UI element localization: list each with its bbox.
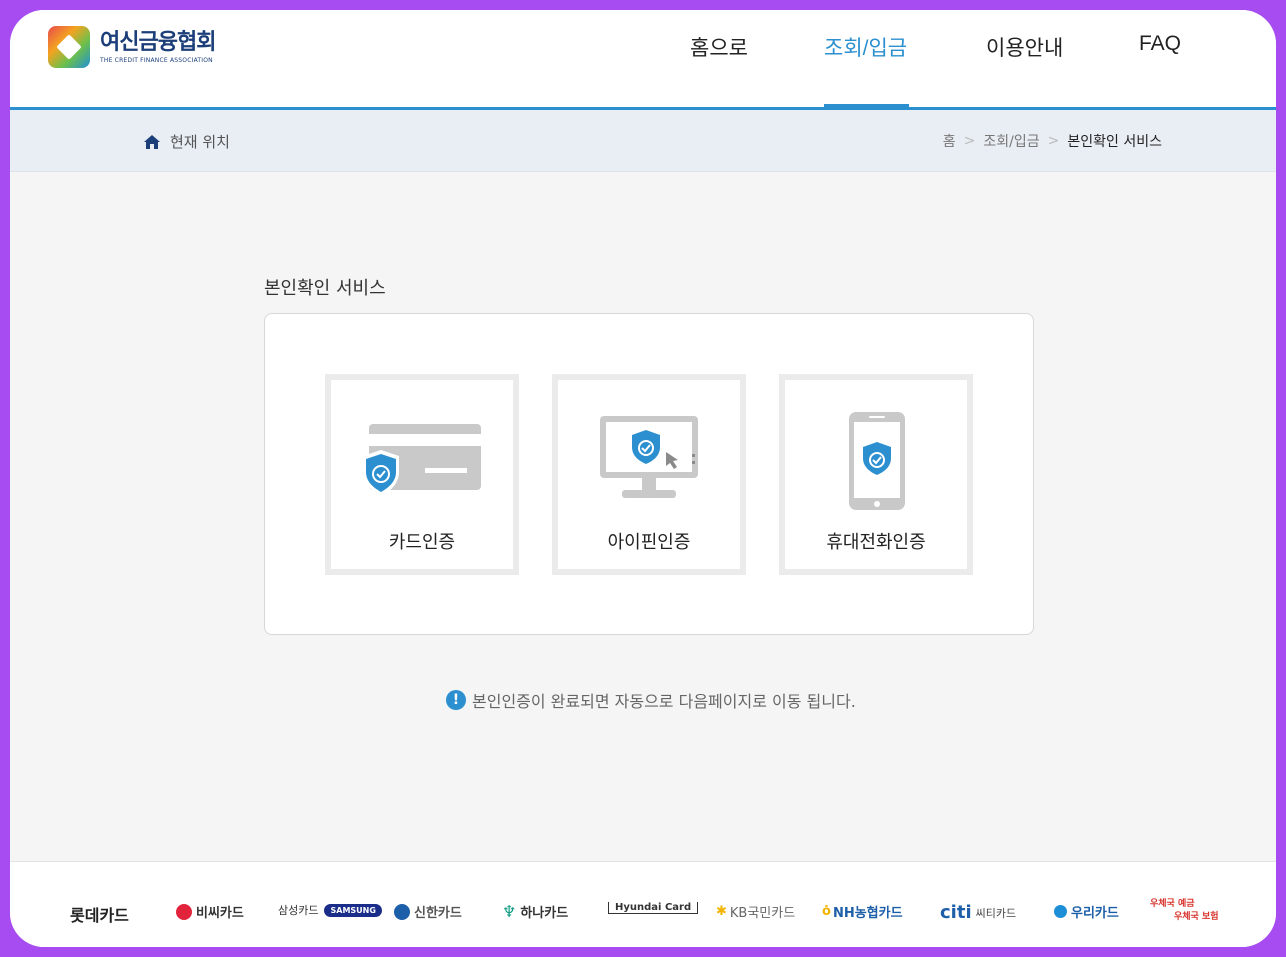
main-nav: 홈으로 조회/입금 이용안내 FAQ	[10, 10, 1276, 110]
location-bar: 현재 위치 홈 > 조회/입금 > 본인확인 서비스	[10, 110, 1276, 172]
phone-shield-icon	[849, 412, 905, 510]
ipin-auth-button[interactable]: 아이핀인증	[552, 374, 746, 575]
ipin-auth-label: 아이핀인증	[607, 532, 691, 553]
nav-guide[interactable]: 이용안내	[986, 32, 1063, 62]
card-auth-button[interactable]: 카드인증	[325, 374, 519, 575]
partner-shinhan-card[interactable]: 신한카드	[394, 902, 462, 921]
nav-home[interactable]: 홈으로	[690, 32, 748, 62]
partner-post-office[interactable]: 우체국 예금 우체국 보험	[1150, 896, 1219, 922]
breadcrumb-separator: >	[1047, 133, 1060, 149]
nh-logo-icon: ȯ	[822, 904, 831, 919]
partner-kb-card[interactable]: ✱ KB국민카드	[716, 902, 795, 921]
nav-faq[interactable]: FAQ	[1139, 32, 1181, 56]
partner-lotte-card[interactable]: 롯데카드	[70, 902, 129, 926]
partner-footer: 롯데카드 비씨카드 삼성카드 SAMSUNG 신한카드 ♆ 하나카드 Hyund…	[10, 861, 1276, 947]
auth-options-panel: 카드인증 아이핀인증 휴대전화인증	[264, 313, 1034, 635]
partner-hyundai-card[interactable]: Hyundai Card	[608, 902, 699, 914]
kb-star-icon: ✱	[716, 904, 727, 919]
partner-samsung-card[interactable]: 삼성카드 SAMSUNG	[278, 902, 382, 918]
card-shield-icon	[363, 424, 481, 496]
shinhan-logo-icon	[394, 903, 410, 920]
partner-bc-card[interactable]: 비씨카드	[176, 902, 244, 921]
partner-nh-card[interactable]: ȯ NH농협카드	[822, 902, 903, 921]
current-location-label: 현재 위치	[170, 133, 230, 151]
monitor-shield-icon	[600, 416, 698, 498]
nav-inquiry-payment[interactable]: 조회/입금	[824, 32, 907, 62]
phone-auth-label: 휴대전화인증	[826, 532, 926, 553]
notice-message: ! 본인인증이 완료되면 자동으로 다음페이지로 이동 됩니다.	[446, 688, 856, 712]
notice-text: 본인인증이 완료되면 자동으로 다음페이지로 이동 됩니다.	[472, 692, 856, 711]
home-icon	[144, 134, 160, 149]
info-icon: !	[446, 690, 466, 710]
app-frame: 여신금융협회 THE CREDIT FINANCE ASSOCIATION 홈으…	[10, 10, 1276, 947]
breadcrumb-inquiry[interactable]: 조회/입금	[983, 131, 1039, 151]
breadcrumb-current: 본인확인 서비스	[1067, 134, 1162, 150]
partner-woori-card[interactable]: 우리카드	[1054, 902, 1119, 921]
hana-logo-icon: ♆	[502, 902, 517, 921]
active-nav-indicator	[824, 104, 909, 108]
bc-logo-icon	[176, 903, 192, 920]
card-auth-label: 카드인증	[388, 532, 456, 553]
site-header: 여신금융협회 THE CREDIT FINANCE ASSOCIATION 홈으…	[10, 10, 1276, 110]
page-title: 본인확인 서비스	[264, 278, 386, 299]
breadcrumb-separator: >	[963, 133, 976, 149]
phone-auth-button[interactable]: 휴대전화인증	[779, 374, 973, 575]
partner-hana-card[interactable]: ♆ 하나카드	[502, 902, 568, 921]
breadcrumb: 홈 > 조회/입금 > 본인확인 서비스	[943, 131, 1162, 151]
woori-logo-icon	[1054, 905, 1067, 918]
partner-citi-card[interactable]: citi 씨티카드	[940, 902, 1016, 923]
breadcrumb-home[interactable]: 홈	[943, 131, 956, 151]
